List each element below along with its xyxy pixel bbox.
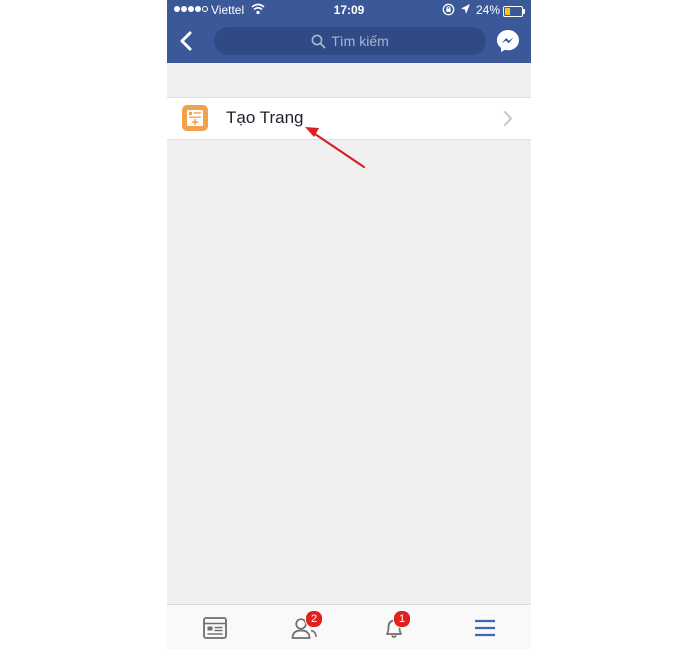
hamburger-menu-icon [475, 619, 495, 637]
notifications-badge: 1 [393, 610, 411, 628]
phone-screen: Viettel 17:09 24% Tìm kiếm Tạo Trang 2 1 [167, 0, 531, 649]
friend-requests-badge: 2 [305, 610, 323, 628]
tab-menu[interactable] [470, 613, 500, 643]
tab-bar: 2 1 [167, 604, 531, 649]
annotation-arrow [305, 127, 366, 169]
tab-friend-requests[interactable]: 2 [289, 610, 323, 643]
news-feed-icon [203, 617, 227, 639]
tab-notifications[interactable]: 1 [379, 610, 411, 643]
tab-news-feed[interactable] [200, 613, 230, 643]
